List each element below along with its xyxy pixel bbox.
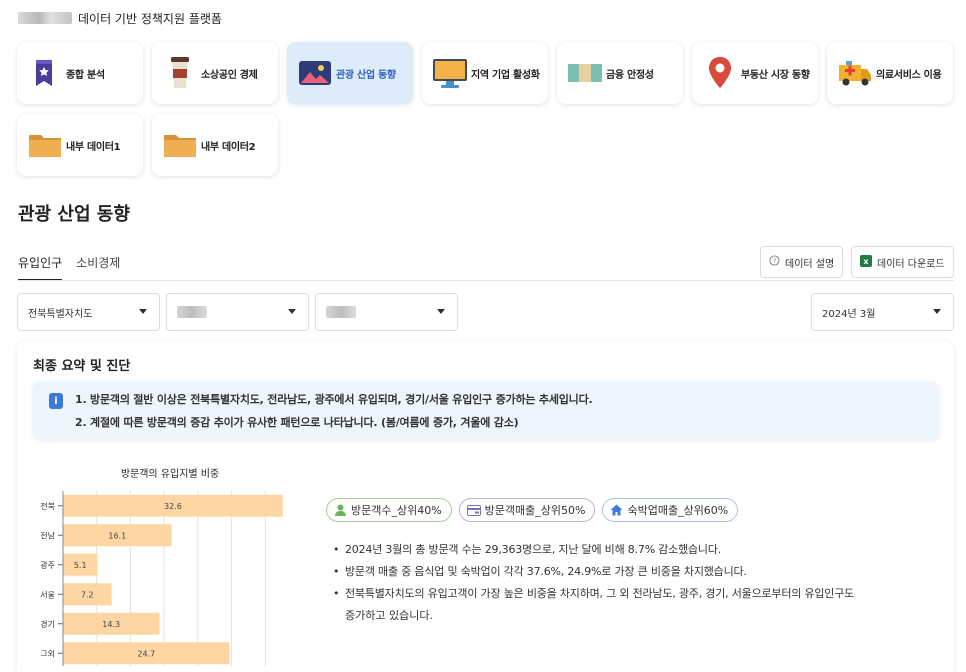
period-select-value: 2024년 3월 [822, 308, 876, 320]
ambulance-icon [837, 55, 873, 91]
landscape-icon [297, 55, 333, 91]
data-label: 5.1 [74, 561, 87, 570]
card-label: 종합 분석 [66, 69, 105, 81]
excel-icon: x [860, 254, 872, 270]
folder-icon [27, 127, 63, 163]
card-label: 지역 기업 활성화 [471, 69, 540, 81]
insight-item: 2024년 3월의 총 방문객 수는 29,363명으로, 지난 달에 비해 8… [333, 539, 854, 561]
tab-bar: 유입인구 소비경제 [18, 254, 120, 281]
category-label: 전남 [40, 530, 55, 540]
logo[interactable] [18, 12, 72, 24]
coffee-cup-icon [162, 55, 198, 91]
data-label: 32.6 [164, 502, 182, 511]
region-select-value: 전북특별자치도 [28, 308, 93, 320]
card-financial-stability[interactable]: 금융 안정성 [557, 42, 683, 104]
data-label: 24.7 [137, 649, 155, 658]
card-regional-business[interactable]: 지역 기업 활성화 [422, 42, 548, 104]
data-description-button[interactable]: ? 데이터 설명 [760, 246, 844, 278]
card-small-business[interactable]: 소상공인 경제 [152, 42, 278, 104]
data-download-label: 데이터 다운로드 [877, 258, 945, 270]
top-bar: 데이터 기반 정책지원 플랫폼 [18, 8, 222, 28]
inflow-bar-chart: 방문객의 유입지별 비중 전북 32.6 전남 16.1 광주 5.1 서울 7.2 경기 14.… [40, 467, 283, 666]
summary-line-1: 1. 방문객의 절반 이상은 전북특별자치도, 전라남도, 광주에서 유입되며,… [75, 393, 593, 406]
monitor-icon [432, 55, 468, 91]
card-label: 금융 안정성 [606, 69, 654, 81]
card-label: 소상공인 경제 [201, 69, 258, 81]
summary-line-2: 2. 계절에 따른 방문객의 증감 추이가 유사한 패턴으로 나타납니다. (봄… [75, 416, 519, 429]
data-description-label: 데이터 설명 [785, 258, 835, 270]
subregion-select[interactable] [166, 293, 309, 331]
card-real-estate[interactable]: 부동산 시장 동향 [692, 42, 818, 104]
category-label: 광주 [40, 560, 55, 570]
chart-title: 방문객의 유입지별 비중 [121, 467, 219, 480]
tag-label: 방문객매출_상위50% [484, 504, 586, 517]
data-label: 16.1 [108, 531, 126, 540]
category-label: 경기 [40, 619, 55, 629]
summary-box: i 1. 방문객의 절반 이상은 전북특별자치도, 전라남도, 광주에서 유입되… [33, 381, 939, 439]
chevron-down-icon [288, 309, 296, 314]
tab-divider [18, 280, 954, 281]
folder-icon [162, 127, 198, 163]
card-label: 내부 데이터2 [201, 141, 256, 153]
card-internal-data-2[interactable]: 내부 데이터2 [152, 114, 278, 176]
tag-lodging-sales[interactable]: 숙박업매출_상위60% [602, 498, 739, 522]
page-title: 관광 산업 동향 [18, 204, 130, 225]
blurred-value [326, 306, 356, 318]
district-select[interactable] [315, 293, 458, 331]
tag-visitor-sales[interactable]: 방문객매출_상위50% [458, 498, 596, 522]
card-label: 부동산 시장 동향 [741, 69, 810, 81]
card-label: 내부 데이터1 [66, 141, 121, 153]
data-label: 7.2 [81, 590, 94, 599]
chevron-down-icon [437, 309, 445, 314]
summary-title: 최종 요약 및 진단 [33, 359, 131, 374]
chevron-down-icon [139, 309, 147, 314]
tab-consumption[interactable]: 소비경제 [76, 254, 120, 281]
data-download-button[interactable]: x 데이터 다운로드 [851, 246, 954, 278]
category-label: 전북 [40, 501, 55, 511]
insight-item: 방문객 매출 중 음식업 및 숙박업이 각각 37.6%, 24.9%로 가장 … [333, 561, 854, 583]
card-internal-data-1[interactable]: 내부 데이터1 [17, 114, 143, 176]
blurred-value [177, 306, 207, 318]
category-cards: 종합 분석 소상공인 경제 관광 산업 동향 지역 기업 활성화 금융 안정성 … [17, 42, 957, 176]
svg-text:x: x [863, 257, 869, 266]
summary-panel: 최종 요약 및 진단 i 1. 방문객의 절반 이상은 전북특별자치도, 전라남… [17, 341, 954, 672]
chevron-down-icon [933, 309, 941, 314]
data-label: 14.3 [102, 620, 120, 629]
tag-label: 숙박업매출_상위60% [627, 504, 729, 517]
period-select[interactable]: 2024년 3월 [811, 293, 954, 331]
platform-title: 데이터 기반 정책지원 플랫폼 [78, 11, 222, 26]
category-label: 그외 [40, 648, 55, 658]
region-select[interactable]: 전북특별자치도 [17, 293, 160, 331]
insight-item: 전북특별자치도의 유입고객이 가장 높은 비중을 차지하며, 그 외 전라남도,… [333, 583, 854, 605]
card-label: 의료서비스 이용 [876, 69, 942, 81]
svg-text:?: ? [773, 257, 776, 265]
tag-visitors[interactable]: 방문객수_상위40% [326, 498, 452, 522]
info-icon: i [49, 393, 63, 409]
location-pin-icon [702, 55, 738, 91]
person-icon [334, 504, 347, 516]
category-label: 서울 [40, 590, 55, 599]
tab-inflow[interactable]: 유입인구 [18, 254, 63, 281]
money-icon [567, 55, 603, 91]
house-icon [610, 504, 623, 516]
card-medical-service[interactable]: 의료서비스 이용 [827, 42, 953, 104]
card-overall-analysis[interactable]: 종합 분석 [17, 42, 143, 104]
insight-item-continued: 증가하고 있습니다. [345, 609, 433, 622]
tag-group: 방문객수_상위40% 방문객매출_상위50% 숙박업매출_상위60% [326, 498, 739, 522]
card-tourism[interactable]: 관광 산업 동향 [287, 42, 413, 104]
insight-list: 2024년 3월의 총 방문객 수는 29,363명으로, 지난 달에 비해 8… [333, 539, 854, 627]
book-icon [27, 55, 63, 91]
help-circle-icon: ? [769, 255, 780, 269]
tag-label: 방문객수_상위40% [351, 504, 442, 517]
card-label: 관광 산업 동향 [336, 69, 396, 81]
card-icon [466, 504, 481, 516]
